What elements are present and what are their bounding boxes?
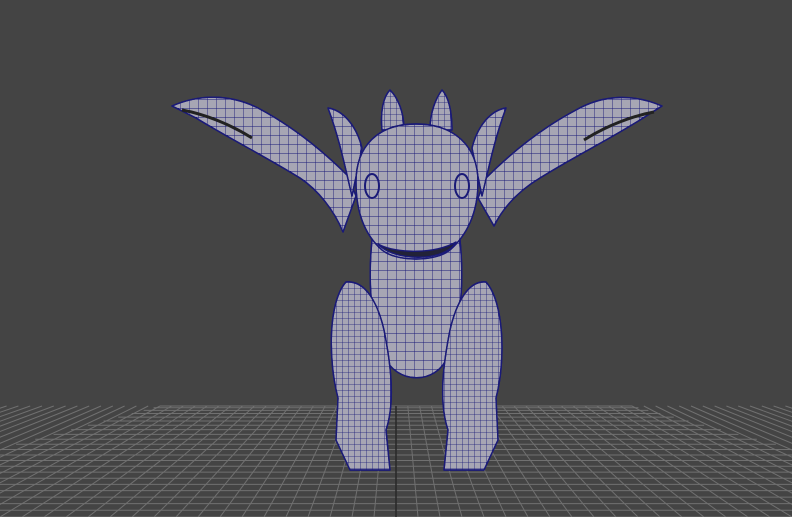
grid-line (0, 405, 173, 505)
dragon-model[interactable] (171, 89, 663, 471)
grid-line (608, 405, 792, 517)
grid-line (537, 405, 661, 517)
viewport-canvas[interactable] (0, 0, 792, 517)
grid-line (131, 405, 255, 517)
grid-line (175, 405, 279, 517)
grid-line (0, 405, 7, 409)
grid-line (43, 405, 208, 517)
grid-line (513, 405, 617, 517)
grid-line (714, 405, 792, 438)
grid-line (501, 405, 595, 517)
grid-line (0, 405, 78, 438)
left-wing[interactable] (171, 96, 357, 233)
right-wing[interactable] (477, 96, 663, 227)
grid-line (0, 405, 114, 458)
grid-line (407, 405, 419, 517)
ground-grid (0, 405, 792, 517)
grid-line (584, 405, 749, 517)
grid-line (197, 405, 291, 517)
grid-line (619, 405, 792, 505)
grid-line (0, 405, 184, 517)
grid-line (241, 405, 314, 517)
grid-line (785, 405, 792, 409)
grid-line (419, 405, 441, 517)
grid-line (678, 405, 792, 458)
perspective-viewport[interactable] (0, 0, 792, 517)
grid-line (263, 405, 326, 517)
grid-line (489, 405, 573, 517)
grid-line (219, 405, 303, 517)
grid-line (0, 405, 31, 418)
grid-line (761, 405, 792, 418)
grid-line (285, 405, 338, 517)
